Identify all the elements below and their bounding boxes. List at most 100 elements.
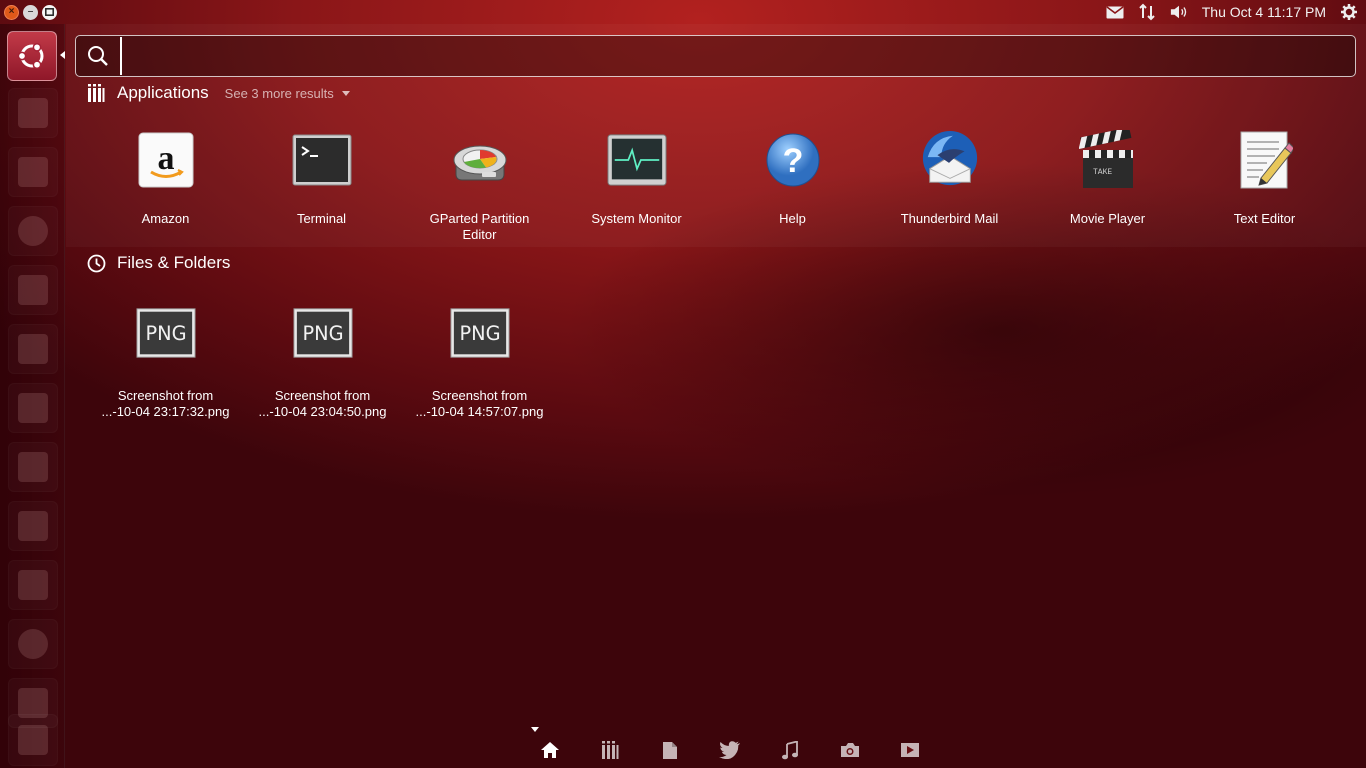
launcher-item-writer[interactable] bbox=[8, 265, 58, 315]
launcher-item-trash[interactable] bbox=[8, 714, 58, 766]
search-input[interactable] bbox=[120, 37, 1355, 75]
folder-icon bbox=[18, 157, 48, 187]
app-label: System Monitor bbox=[591, 211, 682, 226]
file-label-line2: ...-10-04 23:04:50.png bbox=[258, 404, 387, 419]
amazon-icon: a bbox=[136, 130, 196, 190]
app-label: GParted Partition Editor bbox=[429, 211, 530, 242]
app-tile-gparted[interactable]: GParted Partition Editor bbox=[401, 130, 558, 243]
svg-text:a: a bbox=[157, 140, 174, 177]
file-label-line1: Screenshot from bbox=[274, 388, 371, 403]
app-label: Help bbox=[779, 211, 806, 226]
app-tile-movie-player[interactable]: TAKE Movie Player bbox=[1029, 130, 1186, 227]
app-label: Thunderbird Mail bbox=[900, 211, 999, 226]
file-tile[interactable]: PNG Screenshot from ...-10-04 23:04:50.pn… bbox=[244, 303, 401, 420]
applications-lens-icon[interactable] bbox=[580, 737, 640, 763]
system-monitor-icon bbox=[606, 130, 667, 190]
active-arrow-icon bbox=[60, 51, 65, 59]
files-lens-icon[interactable] bbox=[640, 737, 700, 763]
lens-bar bbox=[520, 737, 940, 763]
maximize-icon[interactable] bbox=[42, 4, 57, 20]
see-more-results-link[interactable]: See 3 more results bbox=[225, 86, 350, 101]
file-tile[interactable]: PNG Screenshot from ...-10-04 23:17:32.pn… bbox=[87, 303, 244, 420]
search-bar[interactable] bbox=[75, 35, 1356, 77]
photos-lens-icon[interactable] bbox=[820, 737, 880, 763]
top-panel: × – Thu Oct 4 11:17 PM bbox=[0, 0, 1366, 24]
video-lens-icon[interactable] bbox=[880, 737, 940, 763]
png-badge: PNG bbox=[302, 322, 343, 345]
app-tile-text-editor[interactable]: Text Editor bbox=[1186, 130, 1343, 227]
applications-category-icon bbox=[86, 83, 106, 103]
file-label: Screenshot from ...-10-04 14:57:07.png bbox=[416, 388, 544, 420]
launcher-item-files[interactable] bbox=[8, 147, 58, 197]
help-icon: ? bbox=[763, 130, 823, 190]
launcher-item-ubuntu-one-music[interactable] bbox=[8, 560, 58, 610]
terminal-icon bbox=[292, 130, 352, 190]
files-title: Files & Folders bbox=[117, 253, 231, 272]
svg-text:TAKE: TAKE bbox=[1093, 168, 1112, 177]
movie-player-icon: TAKE bbox=[1078, 130, 1138, 190]
launcher-item-installer[interactable] bbox=[8, 88, 58, 138]
app-label: Movie Player bbox=[1069, 211, 1146, 226]
installer-icon bbox=[18, 98, 48, 128]
network-icon[interactable] bbox=[1138, 3, 1156, 21]
app-tile-amazon[interactable]: a Amazon bbox=[87, 130, 244, 227]
text-editor-icon bbox=[1235, 130, 1295, 190]
launcher-item-settings[interactable] bbox=[8, 619, 58, 669]
app-label: Text Editor bbox=[1233, 211, 1296, 226]
impress-icon bbox=[18, 393, 48, 423]
launcher-item-calc[interactable] bbox=[8, 324, 58, 374]
svg-text:?: ? bbox=[782, 142, 803, 180]
file-label-line2: ...-10-04 14:57:07.png bbox=[415, 404, 544, 419]
dash-home-button[interactable] bbox=[7, 31, 57, 81]
search-icon bbox=[76, 36, 120, 76]
file-label: Screenshot from ...-10-04 23:17:32.png bbox=[102, 388, 230, 420]
music-lens-icon[interactable] bbox=[760, 737, 820, 763]
chevron-down-icon bbox=[341, 90, 350, 96]
file-label-line1: Screenshot from bbox=[431, 388, 528, 403]
app-tile-help[interactable]: ? Help bbox=[714, 130, 871, 227]
power-gear-icon[interactable] bbox=[1340, 3, 1358, 21]
app-label: Terminal bbox=[296, 211, 347, 226]
see-more-label: See 3 more results bbox=[224, 85, 334, 101]
app-label: Amazon bbox=[141, 211, 190, 226]
active-lens-indicator-icon bbox=[531, 727, 539, 732]
launcher-item-software-center[interactable] bbox=[8, 442, 58, 492]
file-label-line1: Screenshot from bbox=[117, 388, 214, 403]
files-category-header: Files & Folders bbox=[86, 253, 230, 273]
png-badge: PNG bbox=[459, 322, 500, 345]
file-label-line2: ...-10-04 23:17:32.png bbox=[101, 404, 230, 419]
applications-title: Applications bbox=[117, 83, 209, 102]
settings-icon bbox=[18, 629, 48, 659]
launcher bbox=[0, 24, 65, 768]
indicator-area: Thu Oct 4 11:17 PM bbox=[1106, 3, 1362, 21]
png-file-icon: PNG bbox=[292, 303, 353, 363]
gparted-icon bbox=[450, 130, 510, 190]
thunderbird-icon bbox=[920, 130, 980, 190]
software-center-icon bbox=[18, 452, 48, 482]
window-controls: × – bbox=[4, 4, 57, 20]
launcher-item-ubuntu-one[interactable] bbox=[8, 501, 58, 551]
ubuntu-one-icon bbox=[18, 511, 48, 541]
file-label: Screenshot from ...-10-04 23:04:50.png bbox=[259, 388, 387, 420]
app-tile-system-monitor[interactable]: System Monitor bbox=[558, 130, 715, 227]
app-tile-thunderbird[interactable]: Thunderbird Mail bbox=[871, 130, 1028, 227]
ubuntu-logo-icon bbox=[17, 42, 44, 70]
close-icon[interactable]: × bbox=[4, 4, 19, 20]
png-file-icon: PNG bbox=[135, 303, 196, 363]
mail-icon[interactable] bbox=[1106, 3, 1124, 21]
trash-icon bbox=[18, 725, 48, 755]
launcher-item-firefox[interactable] bbox=[8, 206, 58, 256]
clock[interactable]: Thu Oct 4 11:17 PM bbox=[1202, 4, 1326, 20]
volume-icon[interactable] bbox=[1170, 3, 1188, 21]
app-tile-terminal[interactable]: Terminal bbox=[243, 130, 400, 227]
png-badge: PNG bbox=[145, 322, 186, 345]
home-lens-icon[interactable] bbox=[520, 737, 580, 763]
social-lens-icon[interactable] bbox=[700, 737, 760, 763]
launcher-item-impress[interactable] bbox=[8, 383, 58, 433]
png-file-icon: PNG bbox=[449, 303, 510, 363]
calc-icon bbox=[18, 334, 48, 364]
firefox-icon bbox=[18, 216, 48, 246]
minimize-icon[interactable]: – bbox=[23, 4, 38, 20]
file-tile[interactable]: PNG Screenshot from ...-10-04 14:57:07.pn… bbox=[401, 303, 558, 420]
applications-category-header: Applications See 3 more results bbox=[86, 83, 350, 103]
